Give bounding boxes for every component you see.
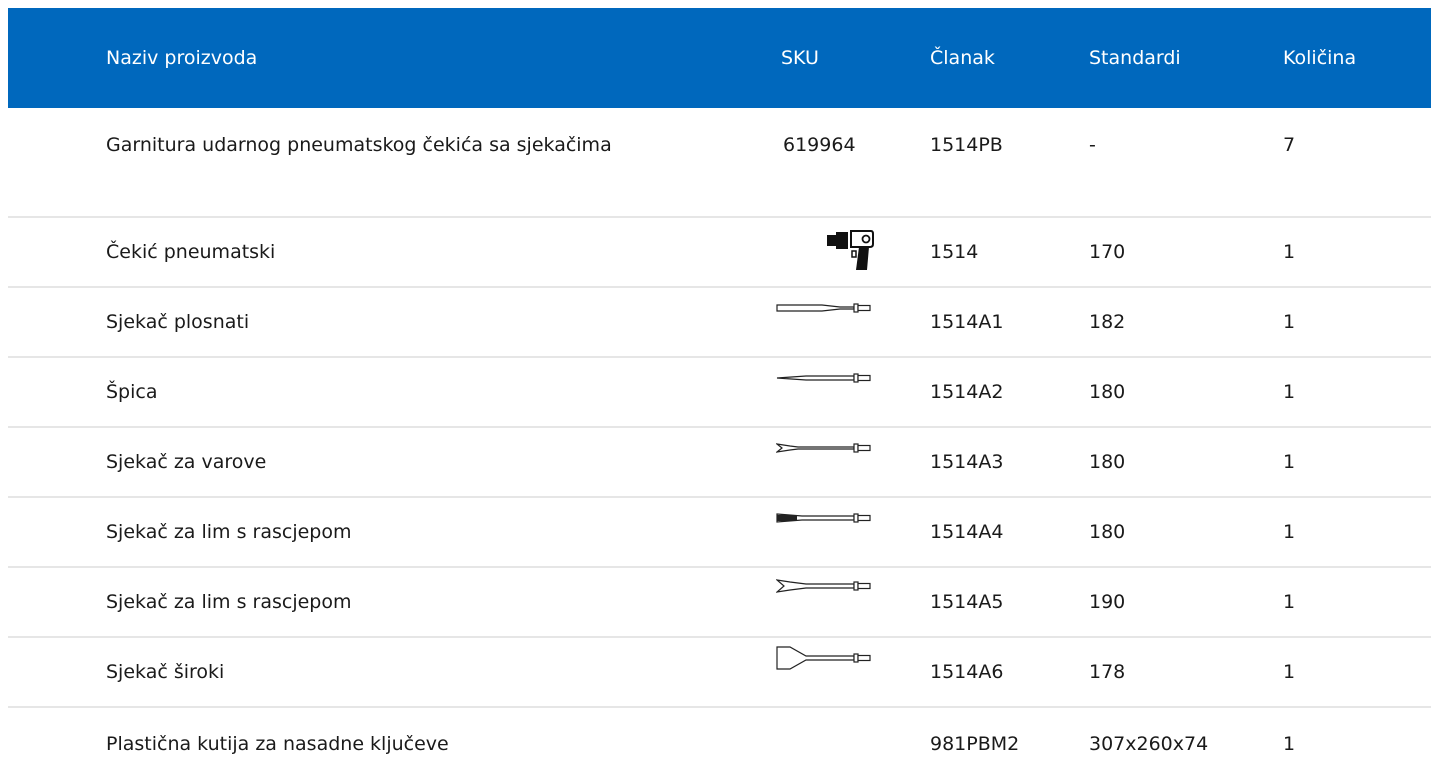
table-row: Sjekač za varove 1514A3 180 1	[8, 428, 1431, 498]
header-product-name: Naziv proizvoda	[106, 47, 258, 69]
product-table: Naziv proizvoda SKU Članak Standardi Kol…	[8, 8, 1431, 780]
product-name: Čekić pneumatski	[106, 241, 276, 263]
product-article: 1514A2	[930, 381, 1004, 403]
product-name: Plastična kutija za nasadne ključeve	[106, 733, 449, 755]
table-header: Naziv proizvoda SKU Članak Standardi Kol…	[8, 8, 1431, 108]
product-article: 1514A5	[930, 591, 1004, 613]
header-article: Članak	[930, 47, 995, 69]
product-standards: -	[1089, 134, 1096, 156]
product-article: 1514A6	[930, 661, 1004, 683]
product-name: Sjekač za lim s rascjepom	[106, 591, 352, 613]
product-sku: 619964	[783, 134, 856, 156]
table-row: Sjekač široki 1514A6 178 1	[8, 638, 1431, 708]
air-hammer-icon	[826, 229, 874, 278]
product-quantity: 1	[1283, 591, 1296, 613]
table-row: Čekić pneumatski 1514 170 1	[8, 218, 1431, 288]
header-quantity: Količina	[1283, 47, 1357, 69]
product-quantity: 1	[1283, 451, 1296, 473]
product-standards: 180	[1089, 451, 1126, 473]
product-name: Sjekač za lim s rascjepom	[106, 521, 352, 543]
product-quantity: 1	[1283, 733, 1296, 755]
product-standards: 170	[1089, 241, 1126, 263]
table-row: Garnitura udarnog pneumatskog čekića sa …	[8, 108, 1431, 218]
product-article: 1514	[930, 241, 979, 263]
table-row: Špica 1514A2 180 1	[8, 358, 1431, 428]
product-quantity: 1	[1283, 381, 1296, 403]
product-article: 1514A4	[930, 521, 1004, 543]
table-row: Sjekač plosnati 1514A1 182 1	[8, 288, 1431, 358]
flat-chisel-icon	[776, 298, 872, 320]
point-chisel-icon	[776, 368, 872, 390]
header-standards: Standardi	[1089, 47, 1181, 69]
panel-cutter-icon	[776, 508, 872, 530]
product-name: Špica	[106, 381, 158, 403]
product-quantity: 7	[1283, 134, 1296, 156]
product-quantity: 1	[1283, 241, 1296, 263]
product-standards: 182	[1089, 311, 1126, 333]
header-sku: SKU	[781, 47, 819, 69]
product-name: Garnitura udarnog pneumatskog čekića sa …	[106, 134, 612, 156]
product-standards: 180	[1089, 521, 1126, 543]
product-article: 1514A1	[930, 311, 1004, 333]
product-standards: 190	[1089, 591, 1126, 613]
weld-chisel-icon	[774, 438, 872, 460]
product-article: 1514A3	[930, 451, 1004, 473]
product-quantity: 1	[1283, 311, 1296, 333]
product-name: Sjekač široki	[106, 661, 225, 683]
table-row: Plastična kutija za nasadne ključeve 981…	[8, 708, 1431, 780]
product-name: Sjekač plosnati	[106, 311, 250, 333]
product-article: 981PBM2	[930, 733, 1020, 755]
wide-chisel-icon	[776, 646, 872, 675]
product-standards: 307x260x74	[1089, 733, 1209, 755]
product-quantity: 1	[1283, 661, 1296, 683]
product-name: Sjekač za varove	[106, 451, 267, 473]
product-standards: 178	[1089, 661, 1126, 683]
product-article: 1514PB	[930, 134, 1003, 156]
product-quantity: 1	[1283, 521, 1296, 543]
table-row: Sjekač za lim s rascjepom 1514A4 180 1	[8, 498, 1431, 568]
product-standards: 180	[1089, 381, 1126, 403]
table-row: Sjekač za lim s rascjepom 1514A5 190 1	[8, 568, 1431, 638]
split-panel-cutter-icon	[775, 577, 872, 599]
